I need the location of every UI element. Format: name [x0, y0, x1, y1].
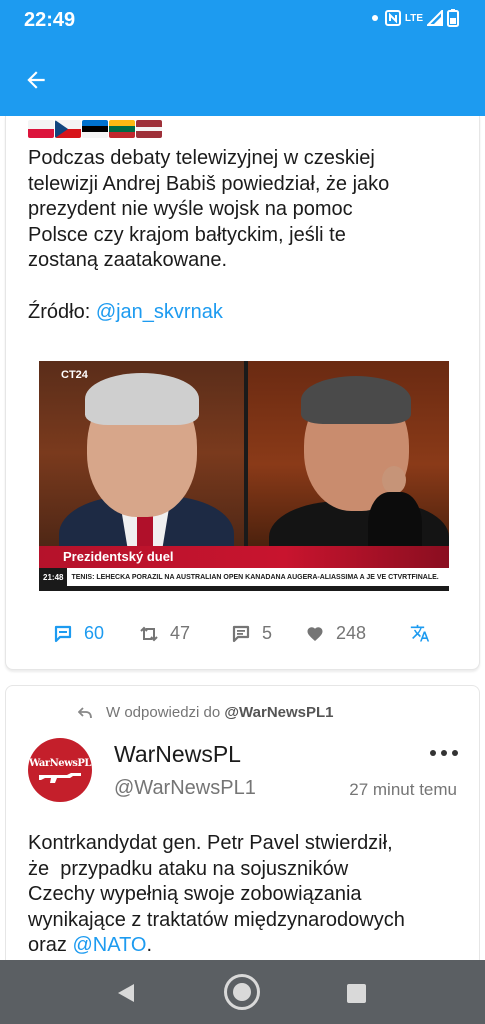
- reply-context: W odpowiedzi do @WarNewsPL1: [78, 704, 334, 721]
- nfc-icon: [384, 10, 401, 26]
- signal-icon: [427, 10, 443, 26]
- translate-icon: [410, 624, 430, 642]
- more-dot: [452, 750, 458, 756]
- battery-icon: [447, 9, 459, 27]
- avatar[interactable]: WarNewsPL: [28, 738, 92, 802]
- poland-flag-icon: [28, 120, 54, 138]
- reply-tweet-card[interactable]: W odpowiedzi do @WarNewsPL1 WarNewsPL Wa…: [5, 685, 480, 960]
- person-right-hair: [301, 376, 411, 424]
- nav-home-button[interactable]: [224, 974, 260, 1010]
- media-bottom-strip: [39, 586, 449, 591]
- tweet-card[interactable]: Podczas debaty telewizyjnej w czeskiej t…: [5, 116, 480, 670]
- reply-tweet-text: Kontrkandydat gen. Petr Pavel stwierdził…: [28, 831, 478, 959]
- reply-to-handle[interactable]: @WarNewsPL1: [224, 704, 333, 721]
- like-count: 248: [336, 623, 367, 643]
- home-circle-icon: [233, 983, 251, 1001]
- quote-count: 5: [262, 623, 273, 643]
- tweet-text: Podczas debaty telewizyjnej w czeskiej t…: [28, 146, 468, 325]
- tweet-image[interactable]: CT24 Prezidentský duel 21:48 TENIS: LEHE…: [39, 361, 449, 591]
- reply-arrow-icon: [78, 706, 92, 718]
- ticker-text: TENIS: LEHEČKA PORAZIL NA AUSTRALIAN OPE…: [71, 573, 439, 581]
- nav-recents-button[interactable]: [347, 984, 366, 1003]
- channel-logo: CT24: [61, 369, 88, 381]
- status-icons: LTE: [371, 9, 459, 27]
- retweet-button[interactable]: 47: [140, 623, 190, 644]
- network-type: LTE: [404, 12, 423, 24]
- heart-icon: [307, 627, 323, 641]
- back-button[interactable]: [16, 60, 56, 100]
- notification-dot-icon: [371, 15, 378, 21]
- person-left-hair: [85, 373, 199, 425]
- more-dot: [430, 750, 436, 756]
- nav-back-button[interactable]: [116, 982, 136, 1009]
- rifle-icon: [39, 772, 81, 783]
- user-handle[interactable]: @WarNewsPL1: [114, 777, 256, 800]
- like-button[interactable]: 248: [306, 623, 366, 644]
- avatar-logo-text: WarNewsPL: [29, 757, 91, 769]
- estonia-flag-icon: [82, 120, 108, 138]
- czech-flag-icon: [55, 120, 81, 138]
- triangle-back-icon: [118, 984, 134, 1002]
- reply-prefix: W odpowiedzi do: [106, 704, 221, 721]
- latvia-flag-icon: [136, 120, 162, 138]
- comment-count: 60: [84, 623, 105, 643]
- ticker-time: 21:48: [39, 568, 68, 586]
- more-dot: [441, 750, 447, 756]
- quote-button[interactable]: 5: [232, 623, 272, 644]
- arrow-left-icon: [27, 71, 45, 89]
- system-nav-bar: [0, 960, 485, 1024]
- retweet-count: 47: [170, 623, 191, 643]
- display-name[interactable]: WarNewsPL: [114, 741, 241, 768]
- lower-third-title: Prezidentský duel: [63, 549, 174, 564]
- reply-context-text: W odpowiedzi do @WarNewsPL1: [106, 704, 334, 721]
- flags-row: [28, 120, 162, 138]
- tweet-actions: 60 47 5 248: [6, 611, 481, 659]
- tweet-body: Podczas debaty telewizyjnej w czeskiej t…: [28, 147, 390, 323]
- comment-button[interactable]: 60: [54, 623, 104, 644]
- status-time: 22:49: [24, 9, 76, 31]
- reply-tweet-end: .: [146, 934, 153, 957]
- translate-button[interactable]: [410, 623, 430, 643]
- quote-icon: [232, 625, 250, 642]
- more-options-button[interactable]: [430, 744, 458, 762]
- nato-mention-link[interactable]: @NATO: [72, 934, 146, 956]
- lithuania-flag-icon: [109, 120, 135, 138]
- retweet-icon: [140, 626, 158, 641]
- news-ticker: 21:48 TENIS: LEHEČKA PORAZIL NA AUSTRALI…: [39, 568, 449, 586]
- tweet-timestamp: 27 minut temu: [349, 780, 457, 799]
- status-bar: 22:49 LTE: [0, 0, 485, 44]
- source-mention-link[interactable]: @jan_skvrnak: [96, 301, 223, 323]
- app-bar: [0, 44, 485, 116]
- comment-icon: [54, 625, 72, 642]
